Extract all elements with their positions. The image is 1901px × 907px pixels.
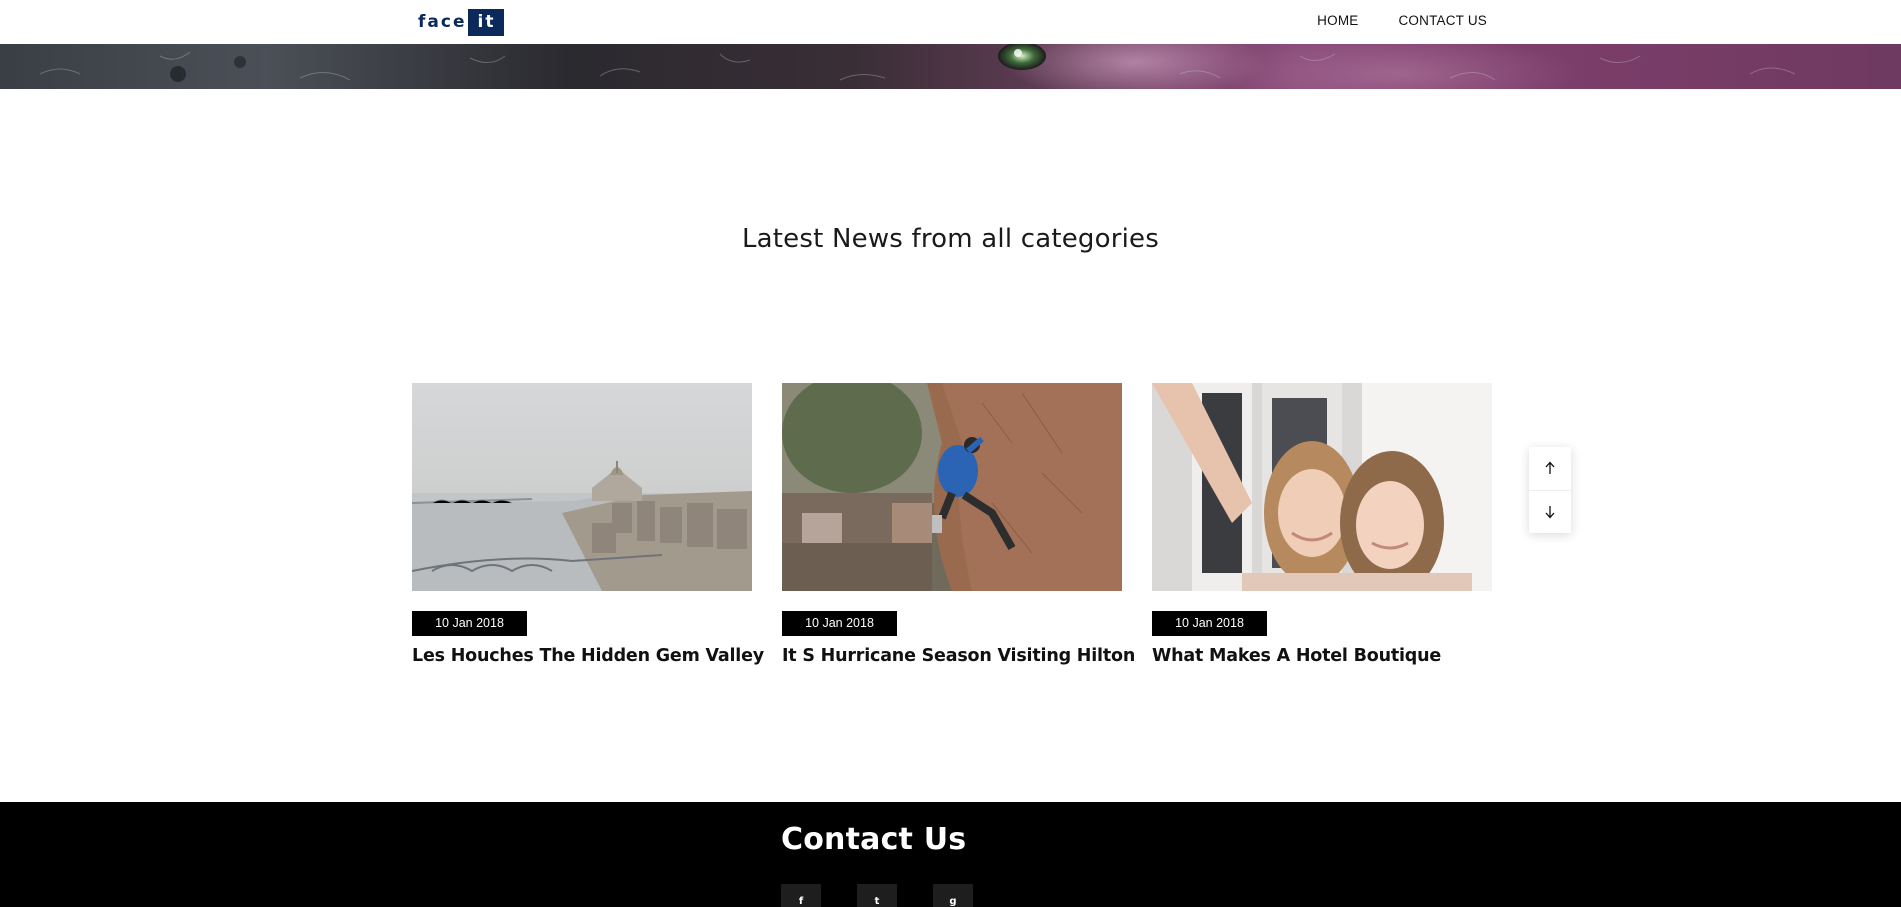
news-card-image-climber[interactable] bbox=[782, 383, 1122, 591]
news-card-image-selfie[interactable] bbox=[1152, 383, 1492, 591]
site-logo[interactable]: face it bbox=[418, 8, 505, 36]
nav-contact-link[interactable]: CONTACT US bbox=[1398, 13, 1487, 28]
date-badge: 10 Jan 2018 bbox=[1152, 611, 1267, 636]
news-card-title[interactable]: Les Houches The Hidden Gem Valley bbox=[412, 646, 764, 666]
date-badge: 10 Jan 2018 bbox=[782, 611, 897, 636]
scroll-up-button[interactable] bbox=[1529, 447, 1571, 490]
news-card-image-budapest[interactable] bbox=[412, 383, 752, 591]
logo-text-it: it bbox=[468, 8, 505, 36]
scroll-down-button[interactable] bbox=[1529, 489, 1571, 534]
hero-banner-image bbox=[0, 44, 1901, 89]
github-icon[interactable]: g bbox=[933, 884, 973, 907]
news-card[interactable]: 10 Jan 2018 Les Houches The Hidden Gem V… bbox=[412, 383, 764, 666]
arrow-up-icon bbox=[1545, 461, 1555, 475]
facebook-icon[interactable]: f bbox=[781, 884, 821, 907]
section-title: Latest News from all categories bbox=[741, 224, 1160, 254]
arrow-down-icon bbox=[1545, 505, 1555, 519]
site-header: face it HOME CONTACT US bbox=[0, 0, 1901, 44]
nav-home-link[interactable]: HOME bbox=[1317, 13, 1358, 28]
news-card-title[interactable]: It S Hurricane Season Visiting Hilton bbox=[782, 646, 1135, 666]
main-nav: HOME CONTACT US bbox=[1317, 13, 1487, 28]
news-card[interactable]: 10 Jan 2018 What Makes A Hotel Boutique bbox=[1152, 383, 1492, 666]
twitter-icon[interactable]: t bbox=[857, 884, 897, 907]
logo-text-face: face bbox=[418, 12, 467, 32]
news-card-title[interactable]: What Makes A Hotel Boutique bbox=[1152, 646, 1492, 666]
date-badge: 10 Jan 2018 bbox=[412, 611, 527, 636]
scroll-controls bbox=[1529, 447, 1571, 533]
footer-title: Contact Us bbox=[781, 822, 967, 857]
news-card[interactable]: 10 Jan 2018 It S Hurricane Season Visiti… bbox=[782, 383, 1135, 666]
